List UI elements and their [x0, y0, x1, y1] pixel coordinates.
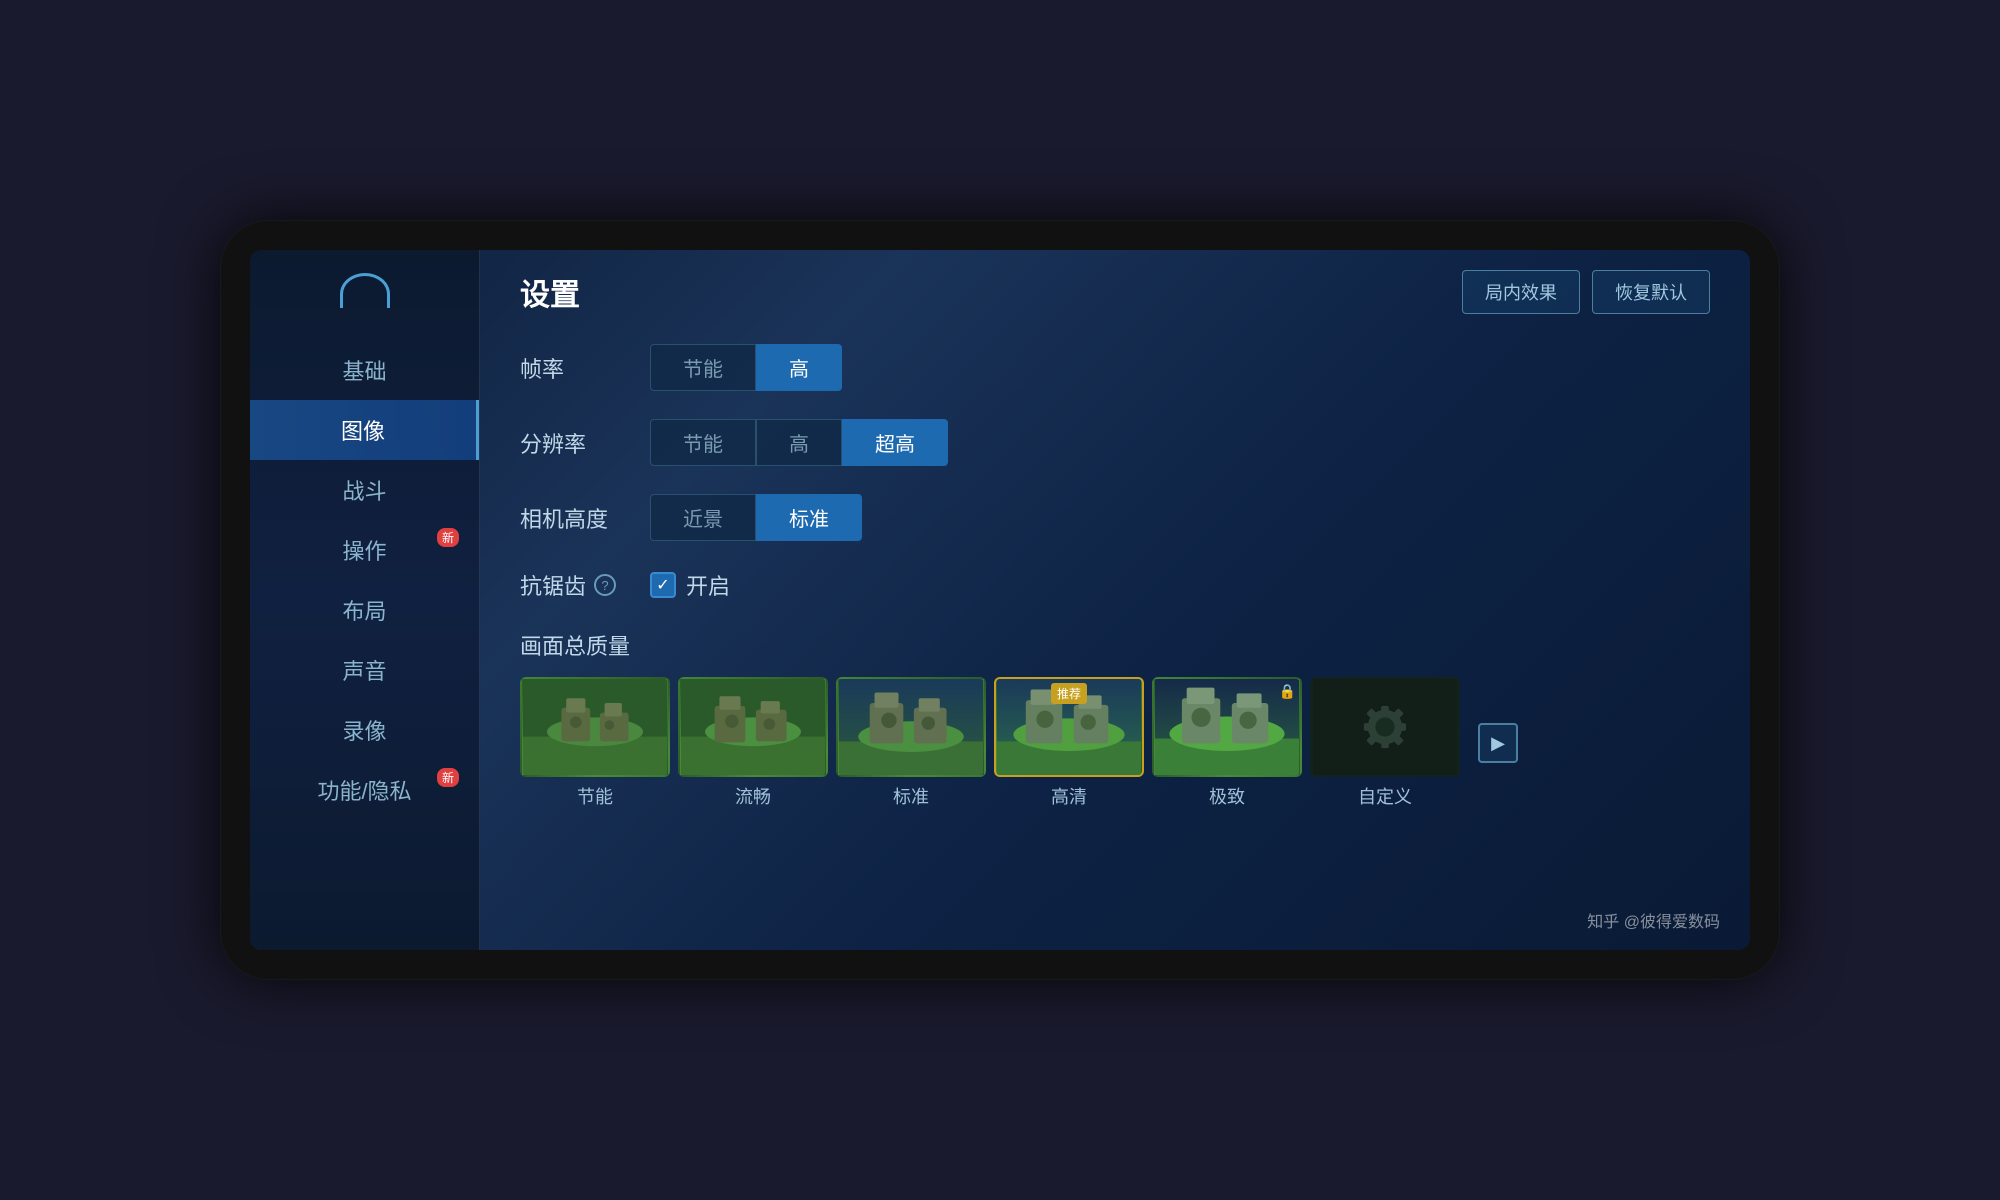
quality-thumb-hd: 推荐 — [994, 677, 1144, 777]
phone-screen: 基础 图像 战斗 操作 新 布局 声音 录像 功能/隐私 新 — [250, 250, 1750, 950]
sidebar-item-layout[interactable]: 布局 — [250, 580, 479, 640]
app-logo — [335, 270, 395, 310]
quality-item-custom[interactable]: 自定义 — [1310, 677, 1460, 809]
resolution-label: 分辨率 — [520, 427, 650, 459]
header-buttons: 局内效果 恢复默认 — [1462, 270, 1710, 314]
play-preview-button[interactable]: ▶ — [1478, 723, 1518, 763]
watermark: 知乎 @彼得爱数码 — [1587, 908, 1720, 932]
antialias-row: 抗锯齿 ? ✓ 开启 — [520, 569, 1710, 601]
quality-name-hd: 高清 — [1051, 783, 1087, 809]
antialias-label-area: 抗锯齿 ? — [520, 569, 650, 601]
quality-title: 画面总质量 — [520, 629, 1710, 661]
quality-item-power-save[interactable]: 节能 — [520, 677, 670, 809]
camera-row: 相机高度 近景 标准 — [520, 494, 1710, 541]
camera-close-btn[interactable]: 近景 — [650, 494, 756, 541]
camera-btn-group: 近景 标准 — [650, 494, 862, 541]
sidebar-item-sound[interactable]: 声音 — [250, 640, 479, 700]
hd-badge: 推荐 — [1051, 683, 1087, 704]
quality-item-standard[interactable]: 标准 — [836, 677, 986, 809]
antialias-checkbox[interactable]: ✓ — [650, 572, 676, 598]
framerate-row: 帧率 节能 高 — [520, 344, 1710, 391]
antialias-checkbox-label: 开启 — [686, 569, 730, 601]
quality-name-power-save: 节能 — [577, 783, 613, 809]
sidebar-item-combat[interactable]: 战斗 — [250, 460, 479, 520]
quality-name-custom: 自定义 — [1358, 783, 1412, 809]
main-content: 设置 局内效果 恢复默认 帧率 节能 高 分辨率 — [480, 250, 1750, 950]
quality-thumb-ultra: 🔒 — [1152, 677, 1302, 777]
sidebar-item-basics[interactable]: 基础 — [250, 340, 479, 400]
resolution-ultra-btn[interactable]: 超高 — [842, 419, 948, 466]
quality-name-standard: 标准 — [893, 783, 929, 809]
controls-badge: 新 — [437, 528, 459, 547]
sidebar-item-privacy[interactable]: 功能/隐私 新 — [250, 760, 479, 820]
phone-frame: 基础 图像 战斗 操作 新 布局 声音 录像 功能/隐私 新 — [220, 220, 1780, 980]
resolution-power-save-btn[interactable]: 节能 — [650, 419, 756, 466]
quality-item-hd[interactable]: 推荐 高清 — [994, 677, 1144, 809]
restore-default-button[interactable]: 恢复默认 — [1592, 270, 1710, 314]
settings-area: 帧率 节能 高 分辨率 节能 高 超高 — [520, 344, 1710, 930]
quality-name-ultra: 极致 — [1209, 783, 1245, 809]
sidebar: 基础 图像 战斗 操作 新 布局 声音 录像 功能/隐私 新 — [250, 250, 480, 950]
quality-thumb-smooth — [678, 677, 828, 777]
quality-item-ultra[interactable]: 🔒 极致 — [1152, 677, 1302, 809]
sidebar-item-recording[interactable]: 录像 — [250, 700, 479, 760]
framerate-label: 帧率 — [520, 352, 650, 384]
antialias-label: 抗锯齿 — [520, 569, 586, 601]
quality-thumb-standard — [836, 677, 986, 777]
framerate-btn-group: 节能 高 — [650, 344, 842, 391]
page-title: 设置 — [520, 270, 580, 314]
antialias-help-icon[interactable]: ? — [594, 574, 616, 596]
resolution-row: 分辨率 节能 高 超高 — [520, 419, 1710, 466]
quality-item-smooth[interactable]: 流畅 — [678, 677, 828, 809]
resolution-high-btn[interactable]: 高 — [756, 419, 842, 466]
quality-section: 画面总质量 — [520, 629, 1710, 809]
quality-grid: 节能 — [520, 677, 1460, 809]
antialias-checkbox-group: ✓ 开启 — [650, 569, 730, 601]
camera-standard-btn[interactable]: 标准 — [756, 494, 862, 541]
framerate-high-btn[interactable]: 高 — [756, 344, 842, 391]
checkmark-icon: ✓ — [656, 575, 669, 595]
framerate-power-save-btn[interactable]: 节能 — [650, 344, 756, 391]
quality-name-smooth: 流畅 — [735, 783, 771, 809]
sidebar-item-controls[interactable]: 操作 新 — [250, 520, 479, 580]
sidebar-item-graphics[interactable]: 图像 — [250, 400, 479, 460]
resolution-btn-group: 节能 高 超高 — [650, 419, 948, 466]
privacy-badge: 新 — [437, 768, 459, 787]
in-game-effects-button[interactable]: 局内效果 — [1462, 270, 1580, 314]
quality-thumb-power-save — [520, 677, 670, 777]
ultra-lock-icon: 🔒 — [1279, 683, 1296, 700]
camera-label: 相机高度 — [520, 502, 650, 534]
quality-thumb-custom — [1310, 677, 1460, 777]
page-header: 设置 局内效果 恢复默认 — [520, 270, 1710, 314]
